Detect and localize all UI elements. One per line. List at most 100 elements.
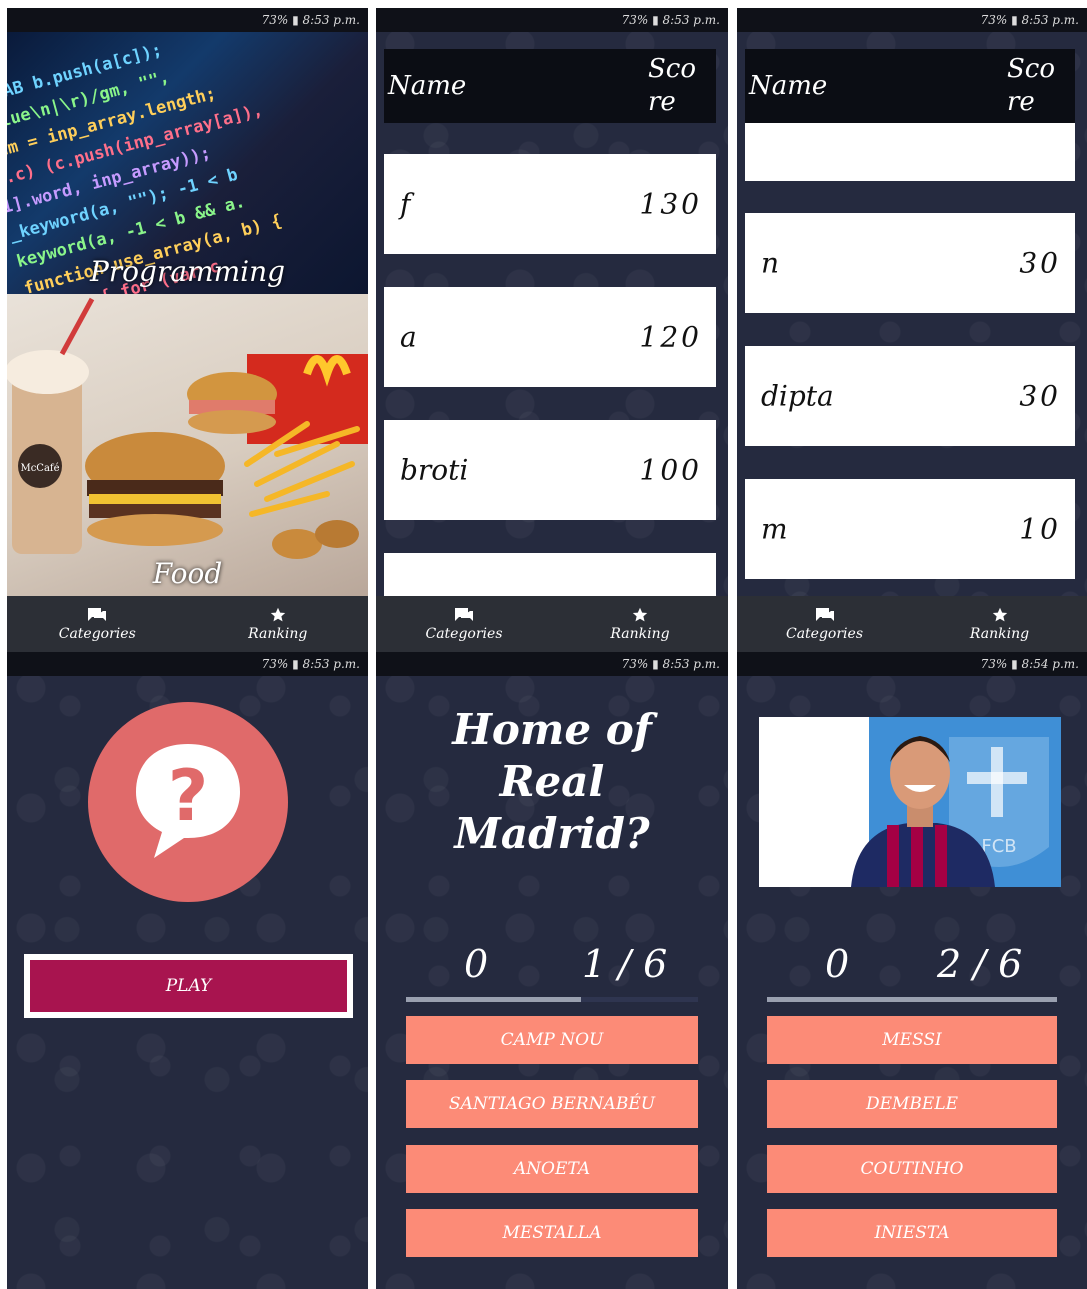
status-text: 73% ▮ 8:53 p.m.: [980, 13, 1079, 27]
ranking-row: dipta 30: [745, 346, 1075, 446]
answer-label: MESSI: [882, 1030, 942, 1050]
category-tile-food[interactable]: McCafé Food: [7, 294, 368, 596]
nav-label: Categories: [58, 625, 136, 642]
bottom-nav: Categories Ranking: [376, 596, 728, 652]
question-counter: 1 / 6: [582, 942, 668, 986]
nav-categories[interactable]: Categories: [376, 596, 552, 652]
nav-ranking[interactable]: Ranking: [552, 596, 728, 652]
star-icon: [632, 607, 648, 621]
answer-button[interactable]: SANTIAGO BERNABÉU: [406, 1080, 698, 1128]
food-image: McCafé: [7, 297, 368, 559]
player-name: broti: [400, 453, 469, 487]
play-button[interactable]: PLAY: [24, 954, 353, 1018]
ranking-row: f 130: [384, 154, 716, 254]
home-screen: 73% ▮ 8:53 p.m. ? PLAY: [7, 652, 368, 1289]
nav-label: Ranking: [248, 625, 308, 642]
chat-icon: [455, 607, 473, 621]
categories-screen: 73% ▮ 8:53 p.m. 0) AB b.push(a[c]); Valu…: [7, 8, 368, 652]
svg-text:FCB: FCB: [981, 836, 1016, 857]
player-name: m: [761, 512, 788, 546]
chat-icon: [88, 607, 107, 621]
nav-ranking[interactable]: Ranking: [188, 596, 369, 652]
answer-button[interactable]: COUTINHO: [767, 1145, 1057, 1193]
status-text: 73% ▮ 8:54 p.m.: [980, 657, 1079, 671]
category-tile-programming[interactable]: 0) AB b.push(a[c]); Value\n|\r)/gm, "", …: [7, 32, 368, 294]
nav-categories[interactable]: Categories: [7, 596, 188, 652]
ranking-screen: 73% ▮ 8:53 p.m. Name Score f 130 a 120 b…: [376, 8, 728, 652]
nav-ranking[interactable]: Ranking: [912, 596, 1087, 652]
player-score: 30: [1019, 379, 1061, 413]
question-logo-icon: ?: [88, 702, 288, 902]
svg-text:?: ?: [168, 755, 209, 837]
nav-label: Categories: [425, 625, 503, 642]
player-name: n: [761, 246, 780, 280]
status-text: 73% ▮ 8:53 p.m.: [621, 13, 720, 27]
answer-label: COUTINHO: [860, 1159, 964, 1179]
bottom-nav: Categories Ranking: [737, 596, 1087, 652]
status-bar: 73% ▮ 8:53 p.m.: [376, 8, 728, 32]
status-text: 73% ▮ 8:53 p.m.: [261, 657, 360, 671]
player-score: 10: [1019, 512, 1061, 546]
answer-label: SANTIAGO BERNABÉU: [448, 1094, 656, 1114]
answer-label: CAMP NOU: [500, 1030, 604, 1050]
header-score: Score: [1007, 54, 1056, 117]
status-text: 73% ▮ 8:53 p.m.: [621, 657, 720, 671]
answer-button[interactable]: INIESTA: [767, 1209, 1057, 1257]
ranking-row: a 120: [384, 287, 716, 387]
player-name: f: [400, 187, 411, 221]
header-name: Name: [388, 71, 467, 101]
status-text: 73% ▮ 8:53 p.m.: [261, 13, 360, 27]
answer-label: MESTALLA: [502, 1223, 602, 1243]
ranking-header: Name Score: [745, 49, 1075, 123]
answer-label: INIESTA: [874, 1223, 950, 1243]
status-bar: 73% ▮ 8:53 p.m.: [7, 652, 368, 676]
star-icon: [992, 607, 1007, 621]
score-value: 0: [825, 942, 850, 986]
svg-text:McCafé: McCafé: [20, 463, 59, 474]
ranking-row: n 30: [745, 213, 1075, 313]
status-bar: 73% ▮ 8:54 p.m.: [737, 652, 1087, 676]
answer-label: DEMBELE: [865, 1094, 959, 1114]
player-score: 30: [1019, 246, 1061, 280]
question-text: Home of Real Madrid?: [452, 705, 652, 858]
nav-label: Ranking: [610, 625, 670, 642]
ranking-header: Name Score: [384, 49, 716, 123]
header-score: Score: [648, 54, 697, 117]
ranking-screen-scrolled: 73% ▮ 8:53 p.m. Name Score n 30 dipta 30…: [737, 8, 1087, 652]
play-button-inner: PLAY: [30, 960, 347, 1012]
category-label: Programming: [89, 255, 286, 288]
answer-button[interactable]: MESSI: [767, 1016, 1057, 1064]
quiz-screen-question: 73% ▮ 8:53 p.m. Home of Real Madrid? 0 1…: [376, 652, 728, 1289]
answer-button[interactable]: ANOETA: [406, 1145, 698, 1193]
star-icon: [270, 607, 285, 621]
player-score: 120: [639, 320, 702, 354]
answer-button[interactable]: MESTALLA: [406, 1209, 698, 1257]
score-value: 0: [464, 942, 489, 986]
chat-icon: [815, 607, 834, 621]
player-name: a: [400, 320, 417, 354]
ranking-row: broti 100: [384, 420, 716, 520]
answer-button[interactable]: DEMBELE: [767, 1080, 1057, 1128]
player-score: 130: [639, 187, 702, 221]
nav-label: Ranking: [969, 625, 1030, 642]
play-label: PLAY: [165, 976, 212, 996]
header-name: Name: [749, 71, 828, 101]
player-name: dipta: [761, 379, 834, 413]
progress-bar: [406, 997, 698, 1002]
status-bar: 73% ▮ 8:53 p.m.: [7, 8, 368, 32]
player-score: 100: [639, 453, 702, 487]
question-counter: 2 / 6: [937, 942, 1023, 986]
nav-categories[interactable]: Categories: [737, 596, 912, 652]
category-label: Food: [152, 557, 223, 590]
status-bar: 73% ▮ 8:53 p.m.: [737, 8, 1087, 32]
progress-fill: [767, 997, 1057, 1002]
answer-label: ANOETA: [513, 1159, 591, 1179]
answer-button[interactable]: CAMP NOU: [406, 1016, 698, 1064]
bottom-nav: Categories Ranking: [7, 596, 368, 652]
nav-label: Categories: [786, 625, 863, 642]
progress-fill: [406, 997, 582, 1002]
player-photo: FCB: [759, 717, 1061, 887]
status-bar: 73% ▮ 8:53 p.m.: [376, 652, 728, 676]
progress-bar: [767, 997, 1057, 1002]
ranking-row: m 10: [745, 479, 1075, 579]
